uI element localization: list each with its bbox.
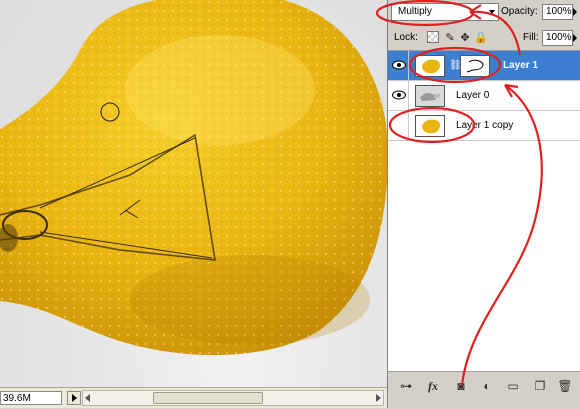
document-canvas[interactable]: [0, 0, 387, 387]
scroll-left-icon[interactable]: [85, 394, 90, 402]
visibility-eye-icon[interactable]: [389, 81, 409, 110]
opacity-slider-arrow-icon[interactable]: [571, 5, 580, 19]
layer-thumbnail[interactable]: [415, 85, 445, 107]
blend-mode-dropdown[interactable]: Multiply: [391, 3, 499, 21]
layer-name[interactable]: Layer 0: [456, 90, 489, 102]
layer-thumbnail[interactable]: [415, 115, 445, 137]
opacity-input[interactable]: 100%: [542, 4, 573, 20]
fill-input[interactable]: 100%: [542, 30, 573, 46]
layer-mask-thumbnail[interactable]: [460, 55, 490, 77]
fill-label: Fill:: [523, 32, 539, 43]
new-group-icon[interactable]: ▭: [504, 378, 522, 394]
layer-name[interactable]: Layer 1: [503, 60, 538, 72]
trash-icon[interactable]: 🗑: [556, 378, 574, 394]
lock-transparent-pixels-icon[interactable]: [427, 31, 439, 43]
scroll-right-icon[interactable]: [376, 394, 381, 402]
visibility-toggle-empty[interactable]: [389, 111, 409, 140]
chevron-down-icon[interactable]: [486, 4, 498, 20]
fill-slider-arrow-icon[interactable]: [571, 31, 580, 45]
blend-opacity-row: Multiply Opacity: 100%: [388, 0, 580, 26]
new-layer-icon[interactable]: ❐: [531, 378, 549, 394]
layer-name[interactable]: Layer 1 copy: [456, 120, 513, 132]
adjustment-layer-icon[interactable]: ◐: [478, 378, 496, 394]
layers-panel: Multiply Opacity: 100% Lock: ✎ ✥ 🔒 Fill:…: [387, 0, 580, 409]
fx-icon[interactable]: fx: [424, 378, 442, 394]
doc-size-readout: 39.6M: [0, 391, 62, 405]
lock-all-icon[interactable]: 🔒: [474, 31, 488, 45]
scrollbar-thumb[interactable]: [153, 392, 263, 404]
layer-thumbnail[interactable]: [415, 55, 445, 77]
layer-row-layer-1[interactable]: ⛓ Layer 1: [388, 51, 580, 81]
layer-row-layer-1-copy[interactable]: Layer 1 copy: [388, 111, 580, 141]
visibility-eye-icon[interactable]: [389, 51, 409, 80]
add-mask-icon[interactable]: ◙: [452, 378, 470, 394]
lock-position-icon[interactable]: ✥: [458, 31, 472, 45]
lightbulb-image: [0, 0, 387, 356]
lock-row: Lock: ✎ ✥ 🔒 Fill: 100%: [388, 26, 580, 51]
layers-panel-toolbar: ⊶ fx ◙ ◐ ▭ ❐ 🗑: [388, 371, 580, 409]
status-menu-arrow-button[interactable]: [67, 391, 81, 405]
layers-list: ⛓ Layer 1 Layer 0 Layer 1 copy: [388, 51, 580, 371]
lock-label: Lock:: [394, 32, 418, 43]
opacity-label: Opacity:: [501, 6, 538, 17]
status-bar: 39.6M: [0, 387, 387, 408]
layer-row-layer-0[interactable]: Layer 0: [388, 81, 580, 111]
link-icon[interactable]: ⊶: [397, 378, 415, 394]
horizontal-scrollbar[interactable]: [82, 390, 384, 406]
blend-mode-value: Multiply: [398, 6, 432, 17]
lock-image-pixels-icon[interactable]: ✎: [443, 31, 457, 45]
